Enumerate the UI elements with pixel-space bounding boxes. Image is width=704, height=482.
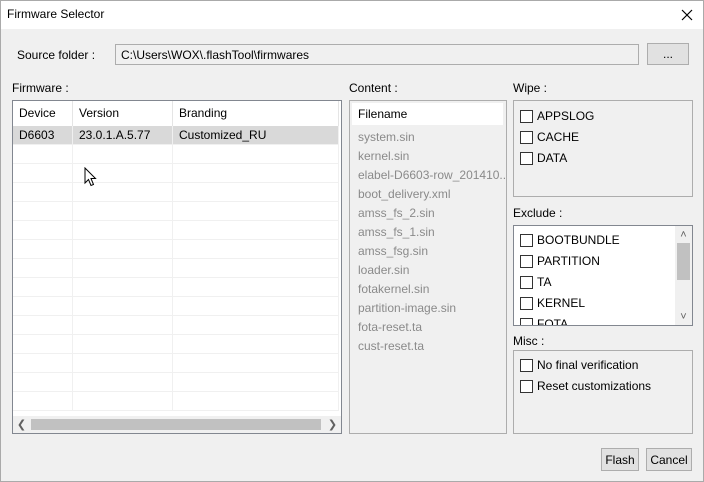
checkbox-box[interactable] (520, 151, 533, 165)
content-list: Filename system.sin kernel.sin elabel-D6… (349, 100, 507, 434)
cell-branding: Customized_RU (173, 126, 339, 144)
checkbox-box[interactable] (520, 130, 533, 144)
source-folder-label: Source folder : (17, 48, 96, 62)
empty-row (13, 392, 339, 411)
checkbox-box[interactable] (520, 296, 533, 310)
empty-row (13, 202, 339, 221)
checkbox-label: APPSLOG (537, 109, 595, 123)
cell-version: 23.0.1.A.5.77 (73, 126, 173, 144)
scrollbar-thumb[interactable] (31, 419, 321, 430)
checkbox-label: FOTA (537, 317, 569, 326)
list-item[interactable]: amss_fsg.sin (358, 244, 428, 258)
empty-row (13, 221, 339, 240)
scroll-right-icon[interactable]: ❯ (324, 416, 341, 433)
title-bar: Firmware Selector (1, 1, 703, 29)
checkbox-label: DATA (537, 151, 568, 165)
list-item[interactable]: fotakernel.sin (358, 282, 429, 296)
list-item[interactable]: amss_fs_2.sin (358, 206, 435, 220)
checkbox-label: KERNEL (537, 296, 586, 310)
list-item[interactable]: elabel-D6603-row_201410... (358, 168, 506, 182)
exclude-bootbundle-checkbox[interactable]: BOOTBUNDLE (520, 233, 620, 247)
browse-button[interactable]: ... (647, 43, 689, 65)
cell-device: D6603 (13, 126, 73, 144)
content-label: Content : (349, 81, 398, 95)
exclude-fota-checkbox[interactable]: FOTA (520, 317, 569, 326)
list-item[interactable]: partition-image.sin (358, 301, 456, 315)
checkbox-box[interactable] (520, 317, 533, 325)
reset-customizations-checkbox[interactable]: Reset customizations (520, 379, 651, 393)
wipe-label: Wipe : (513, 81, 548, 95)
empty-row (13, 335, 339, 354)
firmware-table: Device Version Branding D6603 23.0.1.A.5… (12, 100, 342, 434)
vertical-scrollbar[interactable]: ˄ ˅ (675, 226, 692, 325)
scroll-up-icon[interactable]: ˄ (675, 226, 692, 243)
wipe-data-checkbox[interactable]: DATA (520, 151, 567, 165)
misc-group: No final verification Reset customizatio… (513, 350, 693, 434)
checkbox-label: No final verification (537, 358, 639, 372)
checkbox-label: TA (537, 275, 552, 289)
list-item[interactable]: boot_delivery.xml (358, 187, 450, 201)
wipe-appslog-checkbox[interactable]: APPSLOG (520, 109, 594, 123)
no-final-verification-checkbox[interactable]: No final verification (520, 358, 638, 372)
column-branding[interactable]: Branding (173, 101, 339, 126)
checkbox-box[interactable] (520, 379, 533, 393)
checkbox-label: CACHE (537, 130, 580, 144)
close-icon (681, 9, 693, 21)
flash-button[interactable]: Flash (601, 448, 639, 471)
exclude-partition-checkbox[interactable]: PARTITION (520, 254, 600, 268)
checkbox-label: PARTITION (537, 254, 600, 268)
empty-row (13, 278, 339, 297)
empty-row (13, 354, 339, 373)
list-item[interactable]: amss_fs_1.sin (358, 225, 435, 239)
close-button[interactable] (671, 1, 703, 29)
checkbox-label: BOOTBUNDLE (537, 233, 620, 247)
empty-row (13, 164, 339, 183)
checkbox-box[interactable] (520, 233, 533, 247)
empty-row (13, 183, 339, 202)
checkbox-label: Reset customizations (537, 379, 652, 393)
empty-row (13, 259, 339, 278)
checkbox-box[interactable] (520, 109, 533, 123)
checkbox-box[interactable] (520, 358, 533, 372)
exclude-label: Exclude : (513, 206, 563, 220)
exclude-list: BOOTBUNDLE PARTITION TA KERNEL FOTA ˄ ˅ (513, 225, 693, 326)
checkbox-box[interactable] (520, 254, 533, 268)
horizontal-scrollbar[interactable]: ❮ ❯ (13, 416, 341, 433)
source-folder-field[interactable]: C:\Users\WOX\.flashTool\firmwares (115, 44, 639, 65)
wipe-group: APPSLOG CACHE DATA (513, 100, 693, 197)
column-device[interactable]: Device (13, 101, 73, 126)
empty-row (13, 297, 339, 316)
exclude-ta-checkbox[interactable]: TA (520, 275, 551, 289)
list-item[interactable]: fota-reset.ta (358, 320, 422, 334)
content-header: Filename (352, 103, 503, 125)
window-title: Firmware Selector (7, 7, 105, 21)
cancel-button[interactable]: Cancel (646, 448, 692, 471)
column-version[interactable]: Version (73, 101, 173, 126)
scroll-left-icon[interactable]: ❮ (13, 416, 30, 433)
checkbox-box[interactable] (520, 275, 533, 289)
scroll-down-icon[interactable]: ˅ (675, 308, 692, 325)
wipe-cache-checkbox[interactable]: CACHE (520, 130, 579, 144)
list-item[interactable]: system.sin (358, 130, 415, 144)
empty-row (13, 373, 339, 392)
empty-row (13, 316, 339, 335)
firmware-label: Firmware : (12, 81, 69, 95)
exclude-kernel-checkbox[interactable]: KERNEL (520, 296, 585, 310)
empty-row (13, 145, 339, 164)
firmware-selector-window: Firmware Selector Source folder : C:\Use… (0, 0, 704, 482)
misc-label: Misc : (513, 334, 545, 348)
firmware-table-header: Device Version Branding (13, 101, 341, 126)
list-item[interactable]: loader.sin (358, 263, 409, 277)
list-item[interactable]: kernel.sin (358, 149, 409, 163)
table-row[interactable]: D6603 23.0.1.A.5.77 Customized_RU (13, 126, 339, 145)
list-item[interactable]: cust-reset.ta (358, 339, 424, 353)
scrollbar-thumb[interactable] (677, 243, 690, 280)
mouse-pointer-icon (84, 167, 97, 187)
empty-row (13, 240, 339, 259)
